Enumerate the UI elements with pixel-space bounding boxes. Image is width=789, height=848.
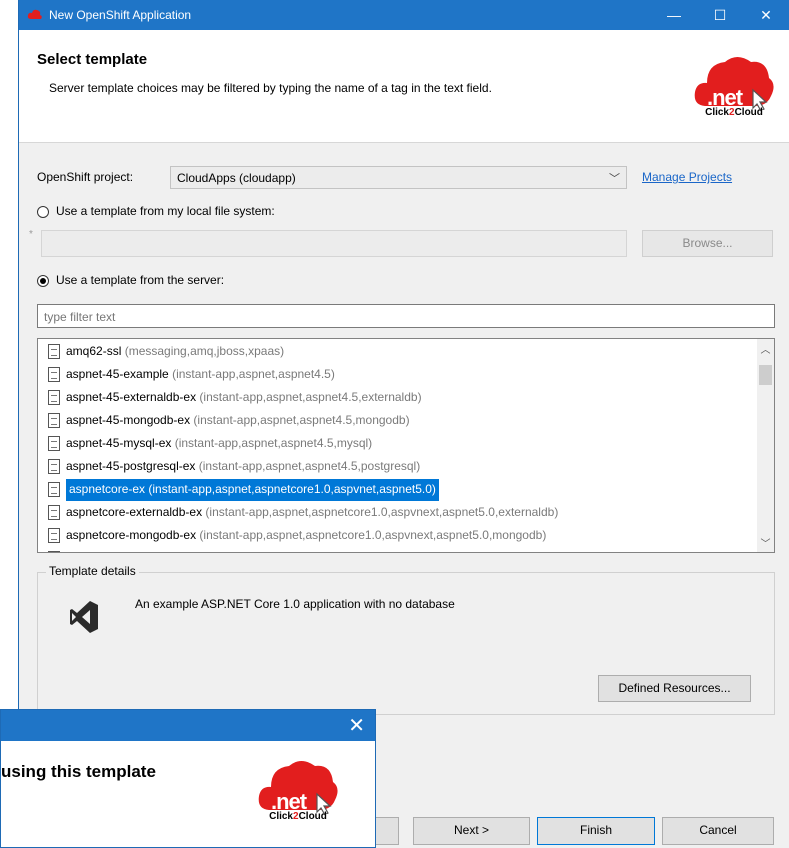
scroll-down-icon[interactable]: ﹀ bbox=[757, 535, 774, 550]
window-title: New OpenShift Application bbox=[49, 8, 192, 22]
server-template-label: Use a template from the server: bbox=[56, 273, 225, 287]
template-list-item[interactable]: amq62-ssl (messaging,amq,jboss,xpaas) bbox=[66, 341, 284, 363]
scroll-thumb[interactable] bbox=[759, 365, 772, 385]
cancel-button[interactable]: Cancel bbox=[662, 817, 774, 845]
template-tags: (instant-app,aspnet,aspnet4.5,mysql) bbox=[174, 436, 373, 450]
template-name: aspnet-45-mysql-ex bbox=[66, 436, 172, 450]
template-name: aspnet-45-postgresql-ex bbox=[66, 459, 196, 473]
close-button[interactable]: ✕ bbox=[743, 0, 789, 30]
minimize-button[interactable]: — bbox=[651, 0, 697, 30]
template-list-item[interactable]: aspnet-45-postgresql-ex (instant-app,asp… bbox=[66, 456, 420, 478]
required-marker: * bbox=[29, 229, 33, 240]
template-file-icon bbox=[48, 459, 60, 474]
template-filter-textbox[interactable] bbox=[42, 309, 746, 325]
template-list-item[interactable]: aspnet-45-externaldb-ex (instant-app,asp… bbox=[66, 387, 422, 409]
server-template-radio[interactable] bbox=[37, 275, 49, 287]
template-file-icon bbox=[48, 390, 60, 405]
scroll-up-icon[interactable]: ︿ bbox=[757, 341, 774, 356]
template-file-icon bbox=[48, 367, 60, 382]
maximize-button[interactable]: ☐ bbox=[697, 0, 743, 30]
template-tags: (messaging,amq,jboss,xpaas) bbox=[124, 344, 285, 358]
template-name: aspnetcore-mongodb-ex bbox=[66, 528, 197, 542]
overlay-logo-brand-text: Click2Cloud bbox=[269, 811, 327, 822]
template-tags: (instant-app,aspnet,aspnet4.5,postgresql… bbox=[198, 459, 421, 473]
local-template-label: Use a template from my local file system… bbox=[56, 204, 275, 218]
template-list-item[interactable]: aspnetcore-externaldb-ex (instant-app,as… bbox=[66, 502, 558, 524]
project-select[interactable]: CloudApps (cloudapp) ﹀ bbox=[170, 166, 627, 189]
overlay-close-icon[interactable]: ✕ bbox=[348, 713, 365, 738]
template-file-icon bbox=[48, 436, 60, 451]
page-description: Server template choices may be filtered … bbox=[49, 81, 492, 95]
template-file-icon bbox=[48, 505, 60, 520]
template-file-icon bbox=[48, 344, 60, 359]
chevron-down-icon: ﹀ bbox=[609, 173, 620, 185]
manage-projects-link[interactable]: Manage Projects bbox=[642, 170, 732, 184]
template-list-item[interactable]: aspnet-45-mongodb-ex (instant-app,aspnet… bbox=[66, 410, 410, 432]
click2cloud-logo: .net Click2Cloud bbox=[693, 50, 775, 120]
template-list-item[interactable]: aspnetcore-ex (instant-app,aspnet,aspnet… bbox=[66, 479, 439, 501]
next-button[interactable]: Next > bbox=[413, 817, 530, 845]
template-description: An example ASP.NET Core 1.0 application … bbox=[135, 597, 455, 611]
defined-resources-button[interactable]: Defined Resources... bbox=[598, 675, 751, 702]
template-tags: (instant-app,aspnet,aspnetcore1.0,aspvne… bbox=[199, 528, 547, 542]
template-name: aspnet-45-example bbox=[66, 367, 169, 381]
visual-studio-icon bbox=[70, 601, 98, 633]
template-details-legend: Template details bbox=[46, 564, 139, 578]
overlay-heading: using this template bbox=[1, 762, 156, 781]
template-file-icon bbox=[48, 528, 60, 543]
template-tags: (instant-app,aspnet,aspnet4.5) bbox=[172, 367, 335, 381]
template-tags: (instant-app,aspnet,aspnetcore1.0,aspvne… bbox=[148, 482, 436, 496]
title-bar[interactable]: New OpenShift Application — ☐ ✕ bbox=[19, 0, 789, 30]
project-label: OpenShift project: bbox=[37, 170, 134, 184]
radio-selected-dot bbox=[40, 278, 46, 284]
template-name: aspnetcore-externaldb-ex bbox=[66, 505, 203, 519]
template-list-item[interactable]: aspnetcore-mongodb-ex (instant-app,aspne… bbox=[66, 525, 546, 547]
template-name: aspnetcore-ex bbox=[69, 482, 146, 496]
overlay-dialog: ✕ using this template .net Click2Cloud bbox=[0, 709, 376, 848]
local-template-path-field[interactable] bbox=[41, 230, 627, 257]
template-file-icon bbox=[48, 551, 60, 552]
template-list-item[interactable]: aspnet-45-example (instant-app,aspnet,as… bbox=[66, 364, 335, 386]
template-name: aspnet-45-mongodb-ex bbox=[66, 413, 191, 427]
logo-brand-text: Click2Cloud bbox=[705, 107, 763, 118]
wizard-header: Select template Server template choices … bbox=[19, 30, 789, 143]
template-list-scrollbar[interactable]: ︿ ﹀ bbox=[757, 339, 774, 552]
template-file-icon bbox=[48, 482, 60, 497]
template-tags: (instant-app,aspnet,aspnet4.5,externaldb… bbox=[199, 390, 422, 404]
finish-button[interactable]: Finish bbox=[537, 817, 655, 845]
template-tags: (instant-app,aspnet,aspnet4.5,mongodb) bbox=[193, 413, 410, 427]
template-name: amq62-ssl bbox=[66, 344, 122, 358]
openshift-app-icon bbox=[27, 9, 42, 19]
browse-button[interactable]: Browse... bbox=[642, 230, 773, 257]
overlay-title-bar[interactable]: ✕ bbox=[1, 710, 375, 741]
template-tags: (instant-app,aspnet,aspnetcore1.0,aspvne… bbox=[205, 505, 559, 519]
page-title: Select template bbox=[37, 51, 148, 68]
project-select-value: CloudApps (cloudapp) bbox=[177, 171, 296, 185]
template-list-item[interactable]: aspnet-45-mysql-ex (instant-app,aspnet,a… bbox=[66, 433, 372, 455]
template-filter-input[interactable] bbox=[37, 304, 775, 328]
template-list[interactable]: amq62-ssl (messaging,amq,jboss,xpaas) asp… bbox=[37, 338, 775, 553]
overlay-click2cloud-logo: .net Click2Cloud bbox=[257, 754, 339, 824]
template-name: aspnet-45-externaldb-ex bbox=[66, 390, 197, 404]
local-template-radio[interactable] bbox=[37, 206, 49, 218]
template-file-icon bbox=[48, 413, 60, 428]
